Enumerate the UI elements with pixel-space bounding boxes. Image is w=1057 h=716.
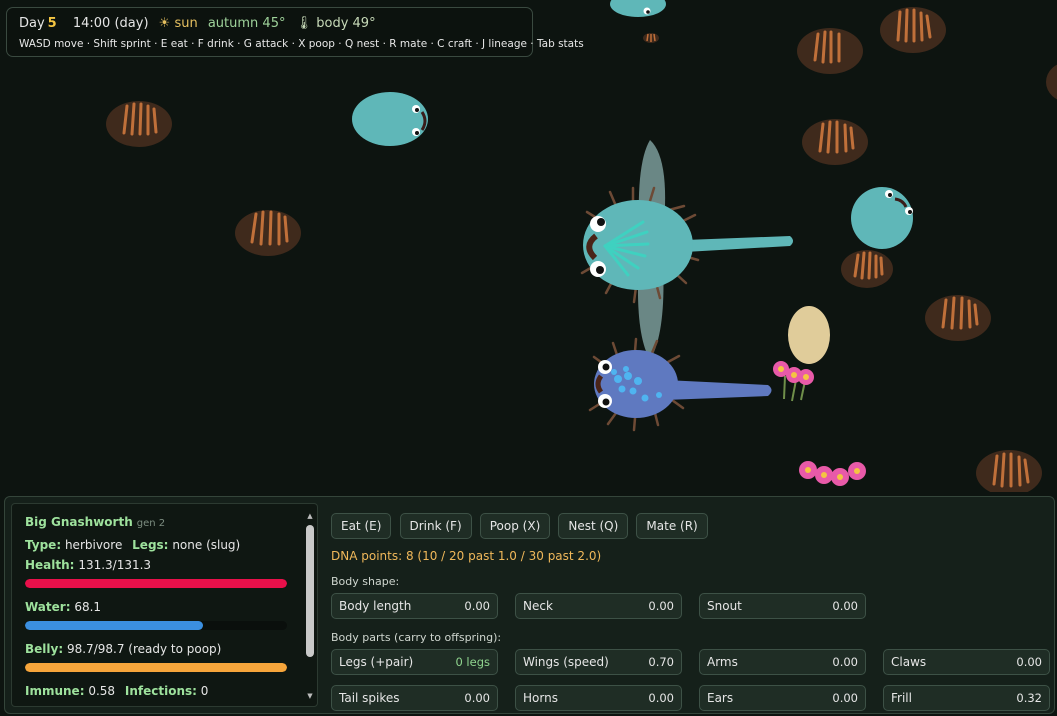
trait-body-length[interactable]: Body length 0.00 (331, 593, 498, 619)
trait-value: 0 legs (455, 655, 490, 669)
drink-button[interactable]: Drink (F) (399, 513, 472, 539)
trait-value: 0.00 (832, 655, 858, 669)
water-bar-fill (25, 621, 204, 630)
trait-frill[interactable]: Frill 0.32 (883, 685, 1050, 711)
trait-snout[interactable]: Snout 0.00 (699, 593, 866, 619)
trait-value: 0.00 (832, 599, 858, 613)
day-indicator: Day 5 (19, 16, 63, 31)
stats-scrollbar[interactable]: ▲ ▼ (306, 512, 314, 700)
trait-horns[interactable]: Horns 0.00 (515, 685, 682, 711)
seed-pod[interactable] (797, 28, 863, 74)
trait-value: 0.32 (1016, 691, 1042, 705)
action-buttons: Eat (E) Drink (F) Poop (X) Nest (Q) Mate… (331, 513, 711, 539)
trait-claws[interactable]: Claws 0.00 (883, 649, 1050, 675)
infections-value: 0 (200, 684, 209, 698)
seed-pod[interactable] (106, 101, 172, 147)
creature-panel: Big Gnashworth gen 2 Type: herbivore Legs… (4, 496, 1055, 714)
belly-value: 98.7/98.7 (ready to poop) (66, 642, 222, 656)
trait-ears[interactable]: Ears 0.00 (699, 685, 866, 711)
game-world[interactable] (0, 0, 1057, 492)
trait-name: Tail spikes (339, 691, 400, 705)
trait-value: 0.00 (648, 599, 674, 613)
body-temperature-label: 🌡 body 49° (295, 16, 376, 31)
trait-name: Arms (707, 655, 738, 669)
season-label: autumn 45° (207, 16, 286, 31)
scroll-down-icon[interactable]: ▼ (306, 692, 314, 700)
water-label: Water: (25, 600, 71, 614)
health-bar-fill (25, 579, 287, 588)
mate-button[interactable]: Mate (R) (636, 513, 708, 539)
trait-tail-spikes[interactable]: Tail spikes 0.00 (331, 685, 498, 711)
legs-value: none (slug) (172, 538, 241, 552)
body-parts-title: Body parts (carry to offspring): (331, 631, 502, 644)
nest-button[interactable]: Nest (Q) (558, 513, 629, 539)
poop-button[interactable]: Poop (X) (479, 513, 551, 539)
egg[interactable] (788, 306, 830, 364)
seed-pod[interactable] (925, 295, 991, 341)
dna-points: DNA points: 8 (10 / 20 past 1.0 / 30 pas… (331, 549, 602, 563)
trait-name: Claws (891, 655, 927, 669)
trait-wings[interactable]: Wings (speed) 0.70 (515, 649, 682, 675)
scrollbar-thumb[interactable] (306, 525, 314, 657)
trait-value: 0.00 (464, 691, 490, 705)
trait-name: Legs (+pair) (339, 655, 414, 669)
trait-name: Horns (523, 691, 558, 705)
type-value: herbivore (64, 538, 123, 552)
health-value: 131.3/131.3 (78, 558, 152, 572)
weather-label: ☀ sun (158, 16, 198, 31)
creature-name: Big Gnashworth (25, 515, 133, 529)
flower-patch[interactable] (799, 461, 866, 486)
seed-small[interactable] (643, 33, 659, 43)
trait-value: 0.00 (1016, 655, 1042, 669)
water-bar (25, 621, 287, 630)
time-label: 14:00 (day) (72, 16, 149, 31)
trait-name: Body length (339, 599, 412, 613)
body-shape-title: Body shape: (331, 575, 400, 588)
trait-value: 0.00 (464, 599, 490, 613)
infections-label: Infections: (124, 684, 197, 698)
day-number: 5 (47, 16, 57, 31)
trait-value: 0.00 (648, 691, 674, 705)
health-label: Health: (25, 558, 75, 572)
eat-button[interactable]: Eat (E) (331, 513, 392, 539)
keybind-help: WASD move · Shift sprint · E eat · F dri… (19, 38, 584, 50)
creature-blob[interactable] (352, 92, 428, 146)
trait-name: Frill (891, 691, 912, 705)
immune-label: Immune: (25, 684, 85, 698)
belly-label: Belly: (25, 642, 64, 656)
trait-name: Neck (523, 599, 553, 613)
creature-blue[interactable] (588, 337, 772, 432)
generation-label: gen 2 (136, 518, 166, 529)
trait-arms[interactable]: Arms 0.00 (699, 649, 866, 675)
seed-pod[interactable] (976, 450, 1042, 492)
creature-winged[interactable] (580, 140, 793, 360)
trait-name: Wings (speed) (523, 655, 609, 669)
trait-neck[interactable]: Neck 0.00 (515, 593, 682, 619)
type-label: Type: (25, 538, 62, 552)
water-value: 68.1 (74, 600, 102, 614)
health-bar (25, 579, 287, 588)
trait-value: 0.70 (648, 655, 674, 669)
seed-pod[interactable] (1046, 62, 1057, 102)
stats-box[interactable]: Big Gnashworth gen 2 Type: herbivore Legs… (11, 503, 318, 707)
immune-value: 0.58 (88, 684, 116, 698)
belly-bar (25, 663, 287, 672)
trait-name: Snout (707, 599, 742, 613)
trait-legs[interactable]: Legs (+pair) 0 legs (331, 649, 498, 675)
legs-label: Legs: (132, 538, 169, 552)
belly-bar-fill (25, 663, 287, 672)
hud-panel: Day 5 14:00 (day) ☀ sun autumn 45° 🌡 body… (6, 7, 584, 57)
seed-pod[interactable] (841, 250, 893, 288)
creature-offscreen[interactable] (610, 0, 666, 17)
seed-pod[interactable] (802, 119, 868, 165)
seed-pod[interactable] (880, 7, 946, 53)
trait-value: 0.00 (832, 691, 858, 705)
creature-blob[interactable] (851, 187, 913, 249)
scroll-up-icon[interactable]: ▲ (306, 512, 314, 520)
seed-pod[interactable] (235, 210, 301, 256)
trait-name: Ears (707, 691, 734, 705)
day-label: Day (19, 16, 45, 31)
flower-patch[interactable] (773, 361, 814, 402)
